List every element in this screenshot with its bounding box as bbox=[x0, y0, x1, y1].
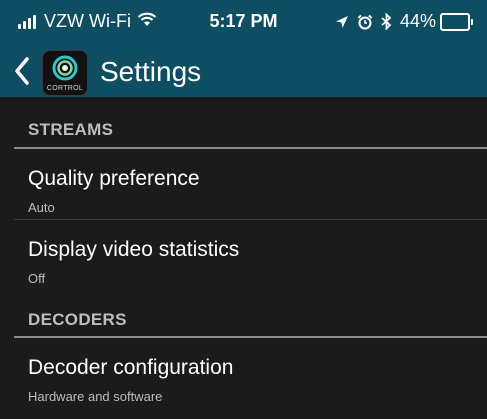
setting-title: Quality preference bbox=[28, 167, 200, 190]
setting-decoder-configuration[interactable]: Decoder configuration Hardware and softw… bbox=[14, 338, 487, 408]
status-bar: VZW Wi-Fi 5:17 PM 44% bbox=[0, 0, 487, 44]
chevron-left-icon bbox=[15, 57, 29, 85]
section-header-streams: STREAMS bbox=[14, 97, 487, 149]
setting-title: Display video statistics bbox=[28, 238, 240, 261]
logo-ring-icon bbox=[52, 55, 78, 81]
battery-percent: 44% bbox=[399, 11, 436, 31]
app-logo: CORTROL bbox=[42, 50, 88, 96]
section-title: DECODERS bbox=[28, 310, 127, 329]
setting-value: Hardware and software bbox=[28, 389, 163, 404]
setting-value: Auto bbox=[28, 200, 55, 215]
section-title: STREAMS bbox=[28, 120, 114, 139]
setting-quality-preference[interactable]: Quality preference Auto bbox=[14, 149, 487, 220]
back-button[interactable] bbox=[10, 54, 34, 88]
app-bar: CORTROL Settings bbox=[0, 44, 487, 97]
location-icon bbox=[335, 15, 349, 29]
settings-list: STREAMS Quality preference Auto Display … bbox=[0, 97, 487, 408]
battery-icon bbox=[440, 12, 473, 31]
alarm-icon bbox=[357, 14, 373, 30]
bluetooth-icon bbox=[381, 13, 392, 30]
logo-text: CORTROL bbox=[46, 85, 84, 92]
page-title: Settings bbox=[100, 56, 202, 87]
section-header-decoders: DECODERS bbox=[14, 290, 487, 338]
setting-title: Decoder configuration bbox=[28, 356, 234, 379]
status-right: 44% bbox=[335, 11, 473, 32]
setting-display-video-statistics[interactable]: Display video statistics Off bbox=[14, 220, 487, 290]
setting-value: Off bbox=[28, 271, 46, 286]
